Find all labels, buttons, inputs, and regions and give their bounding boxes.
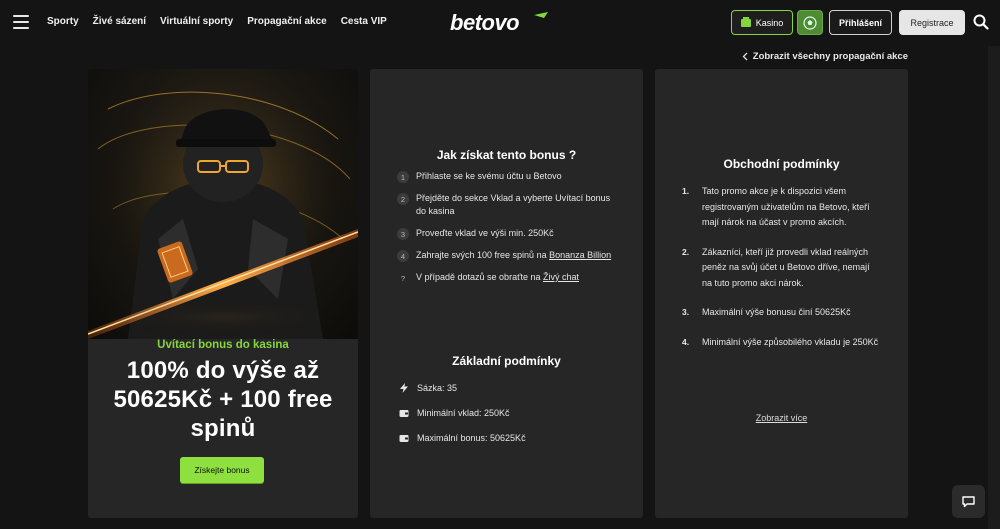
kasino-button[interactable]: Kasino — [731, 10, 793, 35]
step-item: 3 Proveďte vklad ve výši min. 250Kč — [397, 227, 622, 240]
basic-conditions-heading: Základní podmínky — [452, 354, 561, 368]
promo-title: 100% do výše až 50625Kč + 100 free spinů — [113, 357, 333, 442]
nav-item-vip[interactable]: Cesta VIP — [341, 16, 387, 27]
how-to-steps: 1 Přihlaste se ke svému účtu u Betovo 2 … — [397, 170, 622, 293]
term-text: Minimální výše způsobilého vkladu je 250… — [702, 336, 879, 347]
term-item: 3. Maximální výše bonusu činí 50625Kč — [682, 305, 882, 321]
hooded-figure-illustration — [88, 69, 358, 339]
wallet-icon — [399, 410, 409, 417]
main-nav: Sporty Živé sázení Virtuální sporty Prop… — [47, 16, 387, 27]
sport-switch-button[interactable] — [797, 10, 823, 35]
top-bar: Sporty Živé sázení Virtuální sporty Prop… — [0, 0, 1000, 46]
terms-heading: Obchodní podmínky — [723, 157, 840, 171]
step-text-main: V případě dotazů se obraťte na — [416, 272, 543, 282]
show-more-link[interactable]: Zobrazit více — [655, 413, 908, 423]
scrollbar[interactable] — [988, 46, 1000, 529]
term-item: 2. Zákazníci, kteří již provedli vklad r… — [682, 245, 882, 292]
kasino-label: Kasino — [755, 17, 784, 28]
step-text: Zahrajte svých 100 free spinů na Bonanza… — [416, 249, 611, 262]
step-item: 4 Zahrajte svých 100 free spinů na Bonan… — [397, 249, 622, 262]
casino-chip-icon — [740, 16, 751, 27]
condition-text: Maximální bonus: 50625Kč — [417, 433, 526, 443]
step-text: Přihlaste se ke svému účtu u Betovo — [416, 171, 562, 181]
condition-text: Sázka: 35 — [417, 383, 458, 393]
promo-card: Uvítací bonus do kasina 100% do výše až … — [88, 69, 358, 518]
get-bonus-button[interactable]: Získejte bonus — [180, 457, 264, 483]
step-number: 2 — [397, 193, 409, 205]
nav-item-sporty[interactable]: Sporty — [47, 16, 79, 27]
step-item: ? V případě dotazů se obraťte na Živý ch… — [397, 271, 622, 284]
step-number: 1 — [397, 171, 409, 183]
term-number: 1. — [682, 186, 690, 196]
term-text: Maximální výše bonusu činí 50625Kč — [702, 307, 851, 317]
promo-hero-image — [88, 69, 358, 339]
all-promotions-label: Zobrazit všechny propagační akce — [752, 51, 908, 62]
nav-item-virtual[interactable]: Virtuální sporty — [160, 16, 233, 27]
condition-item: Minimální vklad: 250Kč — [399, 407, 619, 419]
term-number: 2. — [682, 246, 690, 257]
wallet-icon — [399, 435, 409, 442]
menu-icon[interactable] — [13, 15, 29, 29]
step-text: Přejděte do sekce Vklad a vyberte Uvítac… — [416, 193, 611, 216]
betovo-logo[interactable]: betovo — [448, 9, 552, 37]
how-to-card: Jak získat tento bonus ? 1 Přihlaste se … — [370, 69, 643, 518]
condition-text: Minimální vklad: 250Kč — [417, 408, 510, 418]
condition-item: Sázka: 35 — [399, 382, 619, 394]
logo-text: betovo — [450, 10, 519, 35]
terms-card: Obchodní podmínky 1. Tato promo akce je … — [655, 69, 908, 518]
step-number: 4 — [397, 250, 409, 262]
term-text: Tato promo akce je k dispozici všem regi… — [702, 186, 870, 227]
soccer-ball-icon — [803, 15, 817, 30]
login-button[interactable]: Přihlášení — [829, 10, 892, 35]
term-item: 1. Tato promo akce je k dispozici všem r… — [682, 184, 882, 231]
bonanza-billion-link[interactable]: Bonanza Billion — [549, 250, 611, 260]
basic-conditions-list: Sázka: 35 Minimální vklad: 250Kč Maximál… — [399, 382, 619, 457]
step-text: V případě dotazů se obraťte na Živý chat — [416, 271, 579, 284]
chevron-left-icon — [742, 52, 748, 61]
step-item: 2 Přejděte do sekce Vklad a vyberte Uvít… — [397, 192, 622, 218]
search-icon[interactable] — [973, 14, 989, 30]
step-text: Proveďte vklad ve výši min. 250Kč — [416, 228, 554, 238]
register-button[interactable]: Registrace — [899, 10, 965, 35]
terms-list: 1. Tato promo akce je k dispozici všem r… — [682, 184, 882, 364]
step-text-main: Zahrajte svých 100 free spinů na — [416, 250, 550, 260]
all-promotions-link[interactable]: Zobrazit všechny propagační akce — [742, 51, 908, 62]
term-number: 3. — [682, 307, 690, 317]
how-to-heading: Jak získat tento bonus ? — [436, 148, 577, 162]
help-icon: ? — [400, 273, 406, 283]
condition-item: Maximální bonus: 50625Kč — [399, 432, 619, 444]
step-number: 3 — [397, 228, 409, 240]
nav-item-live[interactable]: Živé sázení — [93, 16, 146, 27]
term-item: 4. Minimální výše způsobilého vkladu je … — [682, 335, 882, 351]
nav-item-promotions[interactable]: Propagační akce — [247, 16, 326, 27]
promo-subtitle: Uvítací bonus do kasina — [157, 339, 289, 351]
term-text: Zákazníci, kteří již provedli vklad reál… — [702, 246, 870, 288]
live-chat-link[interactable]: Živý chat — [543, 272, 579, 282]
term-number: 4. — [682, 336, 690, 347]
live-chat-button[interactable] — [952, 485, 985, 518]
bolt-icon — [400, 383, 408, 393]
chat-icon — [962, 495, 975, 507]
step-item: 1 Přihlaste se ke svému účtu u Betovo — [397, 170, 622, 183]
